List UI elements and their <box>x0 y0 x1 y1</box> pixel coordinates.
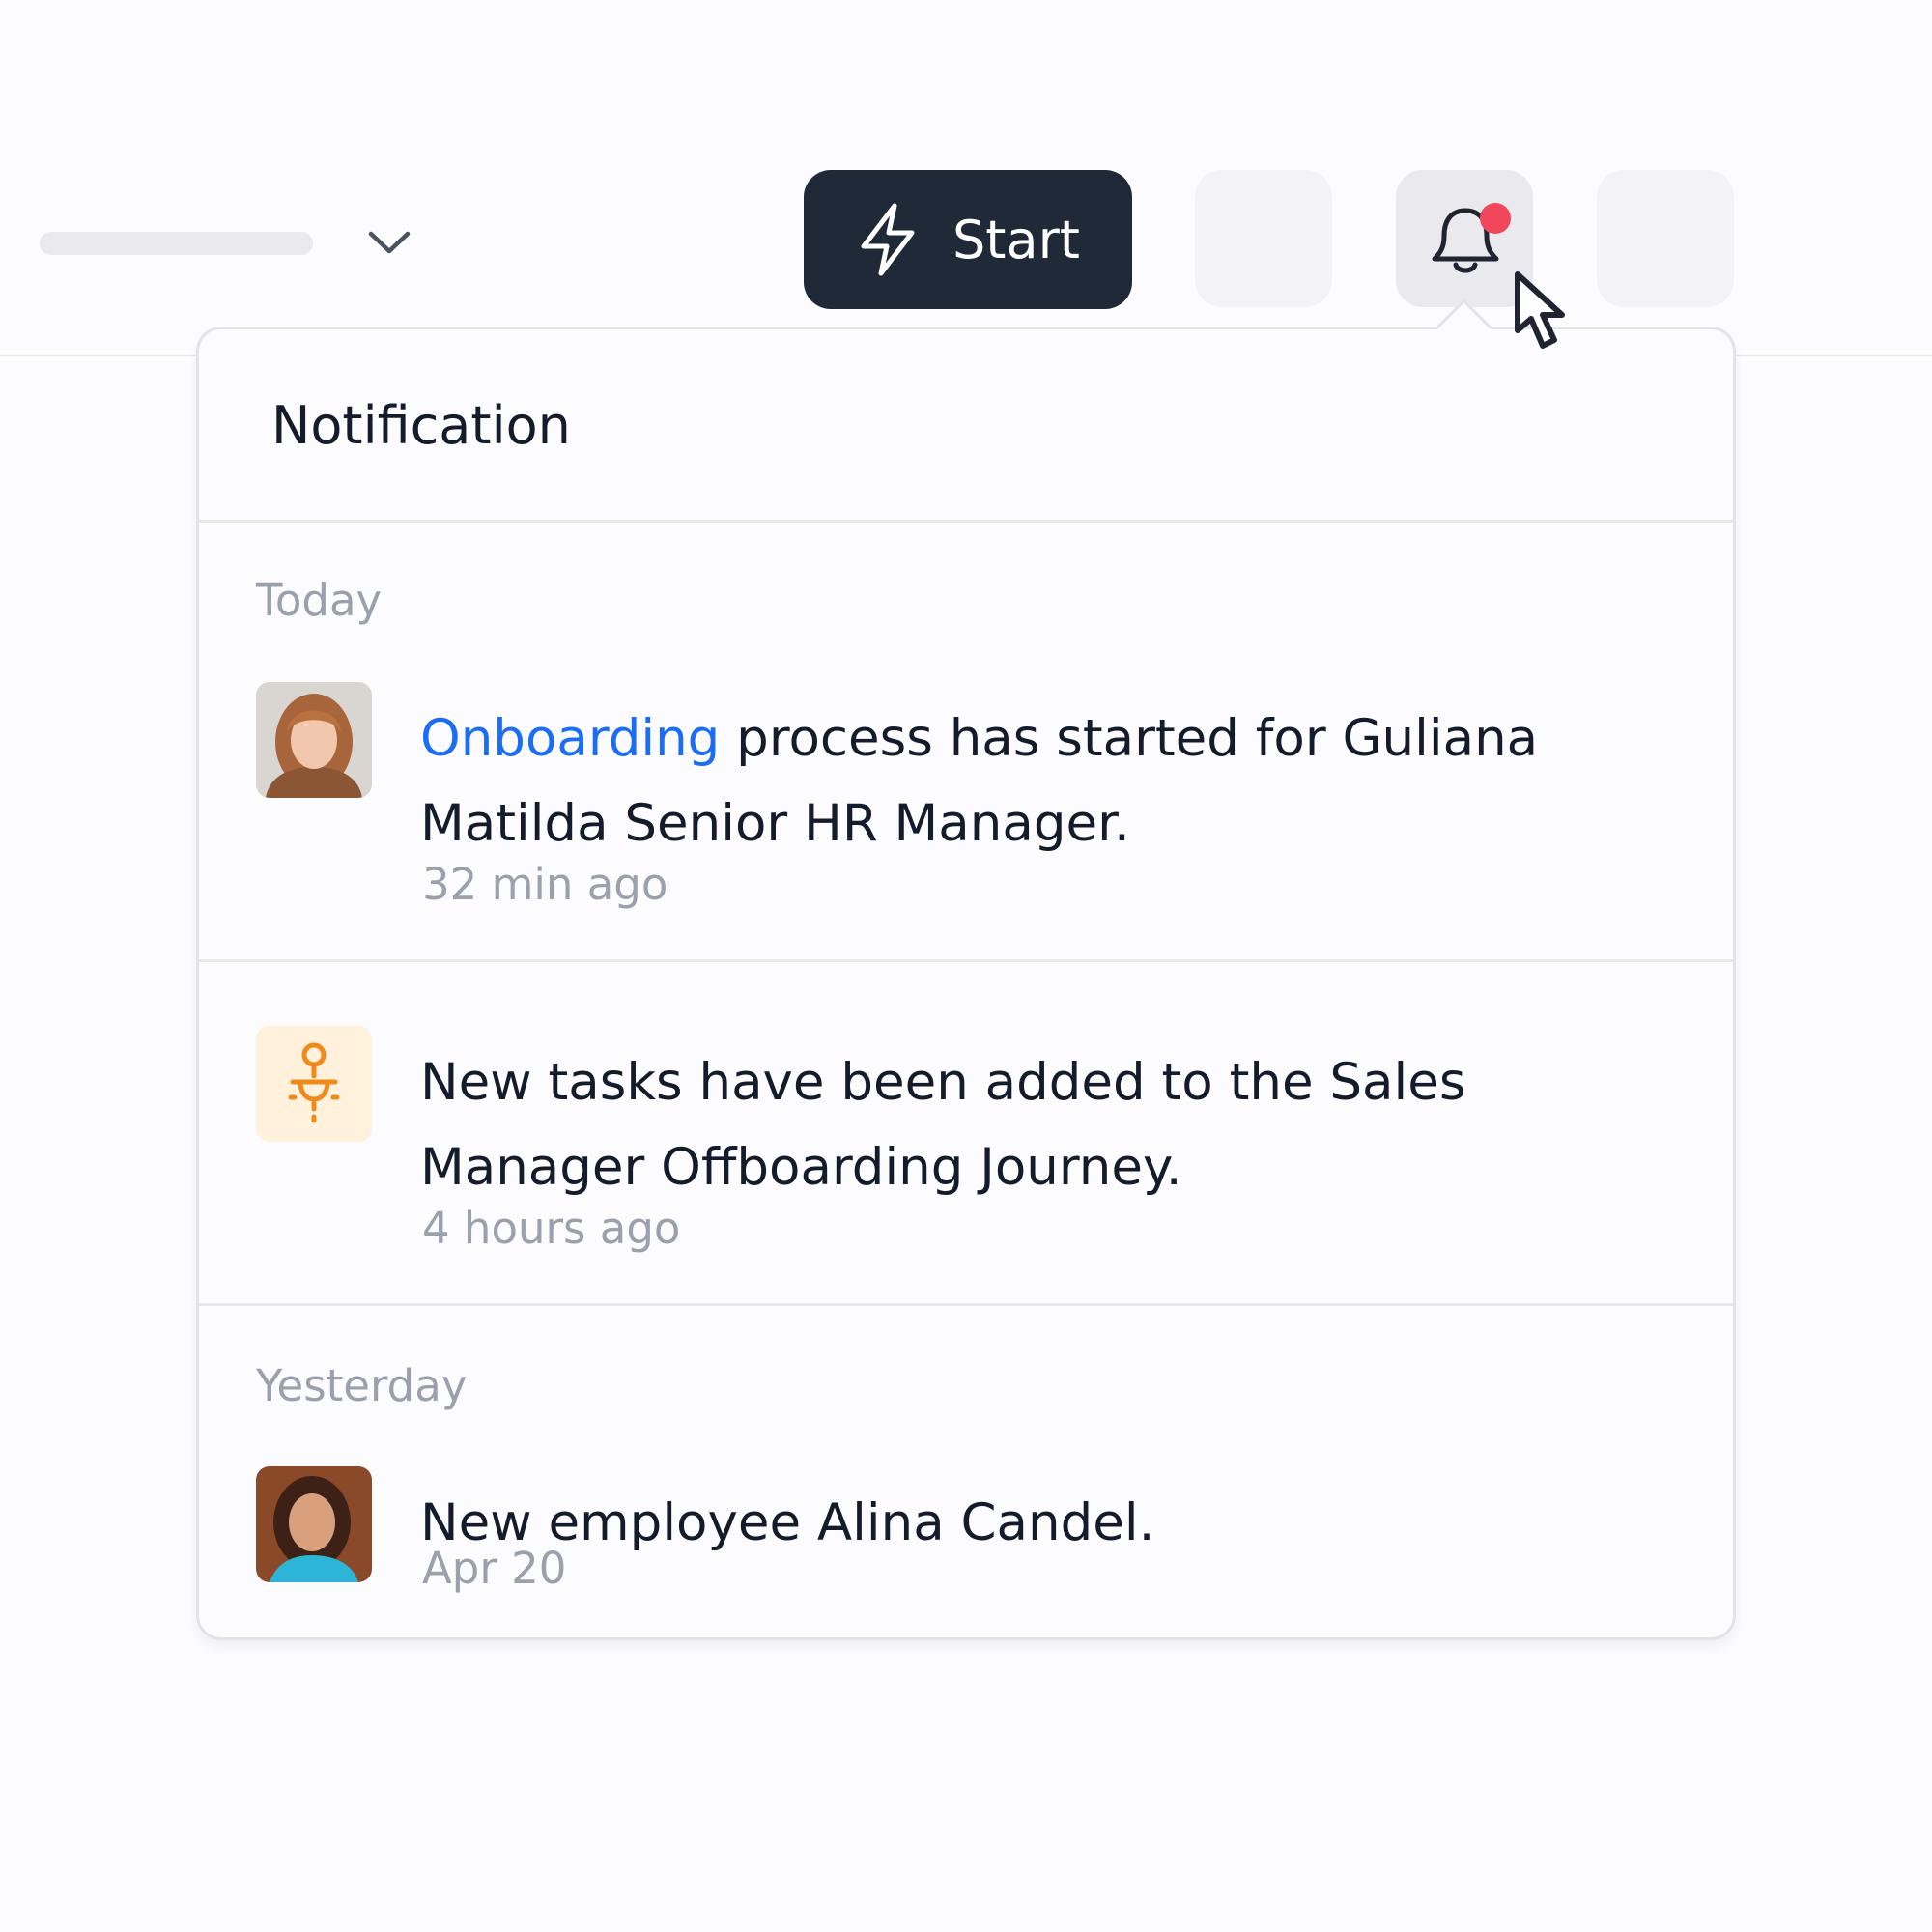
toolbar-button[interactable] <box>1195 170 1332 307</box>
onboarding-link[interactable]: Onboarding <box>420 709 720 768</box>
cursor-icon <box>1515 271 1565 349</box>
start-button-label: Start <box>952 209 1080 270</box>
group-label-yesterday: Yesterday <box>256 1360 468 1411</box>
notification-time: 4 hours ago <box>422 1203 681 1254</box>
panel-title: Notification <box>271 395 571 456</box>
notification-dot <box>1480 203 1511 234</box>
avatar <box>256 1466 372 1582</box>
divider <box>199 959 1733 962</box>
workspace-selector-placeholder[interactable] <box>40 232 313 255</box>
notification-time: 32 min ago <box>422 859 668 910</box>
journey-icon <box>256 1026 372 1142</box>
avatar <box>256 682 372 798</box>
group-label-today: Today <box>256 575 383 626</box>
lightning-icon <box>861 203 915 276</box>
chevron-down-icon[interactable] <box>365 222 413 261</box>
start-button[interactable]: Start <box>804 170 1132 309</box>
divider <box>199 520 1733 523</box>
notification-message: New tasks have been added to the Sales M… <box>420 1053 1466 1197</box>
notification-panel: Notification Today Onboarding process ha… <box>196 327 1736 1640</box>
notification-message: New employee Alina Candel. <box>420 1493 1155 1552</box>
profile-button[interactable] <box>1597 170 1734 307</box>
notification-time: Apr 20 <box>422 1543 567 1594</box>
divider <box>199 1303 1733 1306</box>
notification-message: Onboarding process has started for Gulia… <box>420 696 1608 867</box>
